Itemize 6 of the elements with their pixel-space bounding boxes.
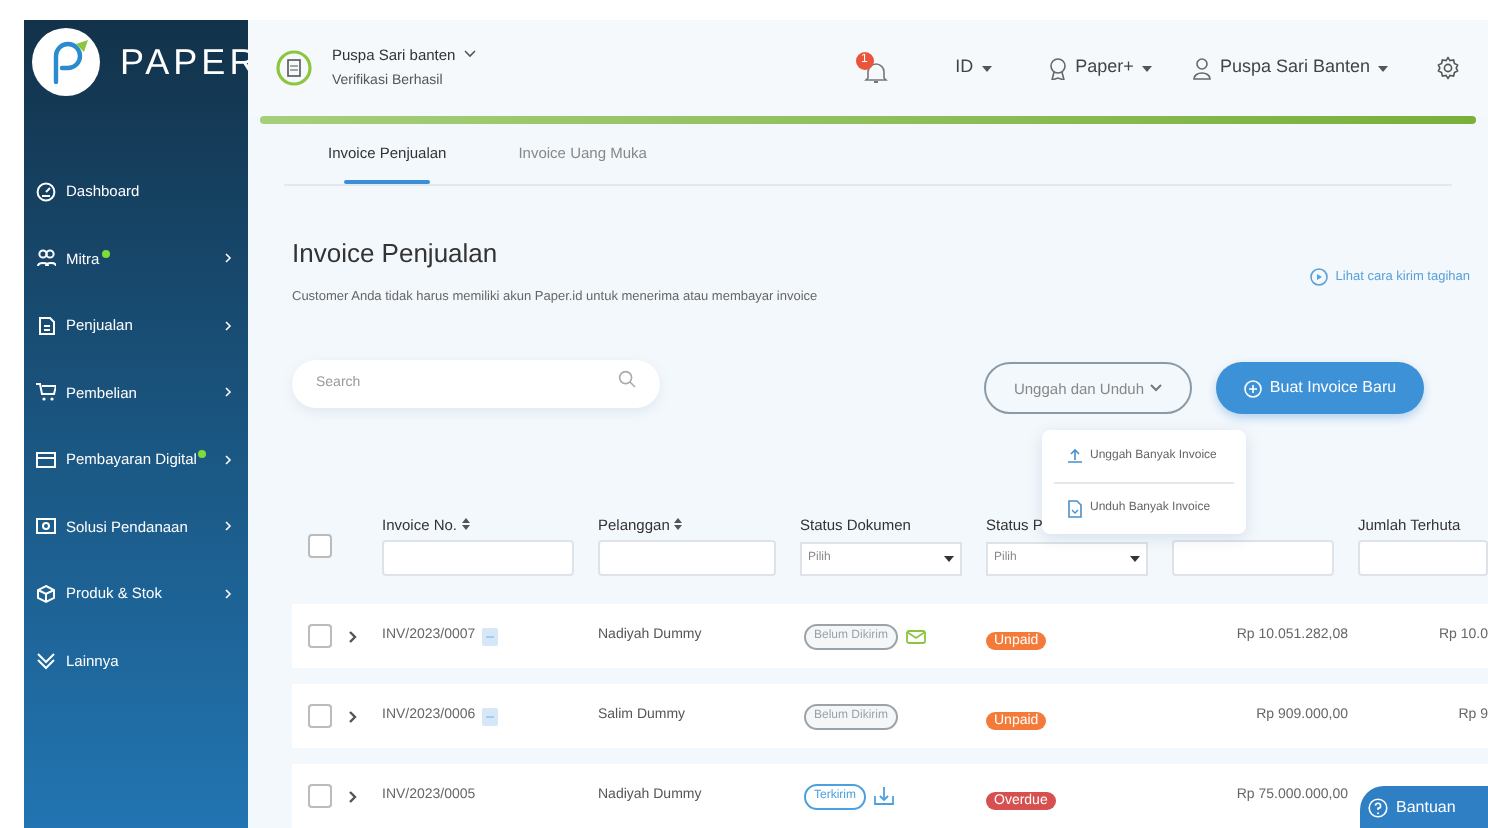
language-dropdown[interactable]: ID — [955, 54, 992, 82]
help-button[interactable]: Bantuan — [1360, 786, 1488, 828]
page-title: Invoice Penjualan — [292, 236, 500, 272]
new-invoice-button[interactable]: Buat Invoice Baru — [1216, 362, 1424, 415]
user-dropdown[interactable]: Puspa Sari Banten — [1191, 54, 1388, 82]
plan-dropdown[interactable]: Paper+ — [1047, 54, 1152, 82]
